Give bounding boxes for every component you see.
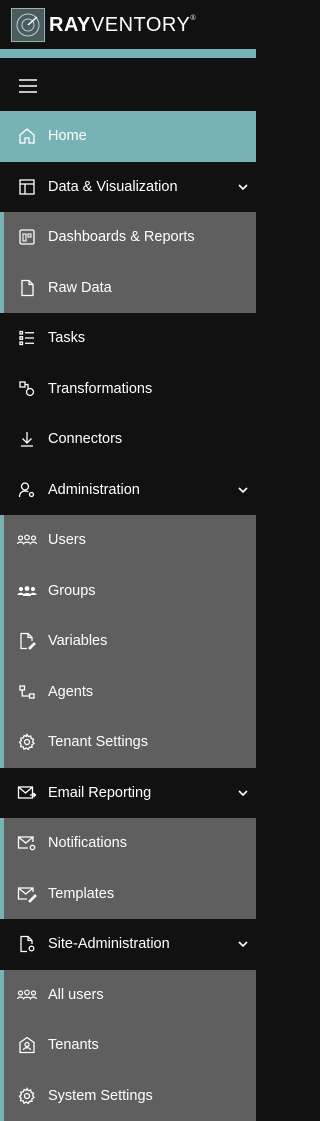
nav-label-dashboards-reports: Dashboards & Reports: [48, 229, 256, 245]
chevron-down-icon[interactable]: [236, 937, 250, 951]
mail-settings-icon: [17, 833, 37, 853]
nav-item-notifications[interactable]: Notifications: [0, 818, 256, 869]
user-gear-icon: [17, 480, 37, 500]
nav-label-home: Home: [48, 128, 256, 144]
nav-label-templates: Templates: [48, 886, 256, 902]
nav-item-home[interactable]: Home: [0, 111, 256, 162]
nav-item-variables[interactable]: Variables: [0, 616, 256, 667]
nav-item-data-visualization[interactable]: Data & Visualization: [0, 162, 256, 213]
nav-item-transformations[interactable]: Transformations: [0, 364, 256, 415]
nav-item-tenant-settings[interactable]: Tenant Settings: [0, 717, 256, 768]
nav-item-site-administration[interactable]: Site-Administration: [0, 919, 256, 970]
hamburger-row: [0, 60, 256, 111]
nav-item-email-reporting[interactable]: Email Reporting: [0, 768, 256, 819]
nav-item-tenants[interactable]: Tenants: [0, 1020, 256, 1071]
mail-edit-icon: [17, 884, 37, 904]
header-accent-line: [0, 49, 256, 58]
document-icon: [17, 278, 37, 298]
nav-item-administration[interactable]: Administration: [0, 465, 256, 516]
chevron-down-icon[interactable]: [236, 786, 250, 800]
nav-label-raw-data: Raw Data: [48, 280, 256, 296]
nav-label-variables: Variables: [48, 633, 256, 649]
nav-item-tasks[interactable]: Tasks: [0, 313, 256, 364]
download-arrow-icon: [17, 429, 37, 449]
group-icon: [17, 581, 37, 601]
document-edit-icon: [17, 631, 37, 651]
nav-label-tenant-settings: Tenant Settings: [48, 734, 256, 750]
transform-icon: [17, 379, 37, 399]
nav-label-data-visualization: Data & Visualization: [48, 179, 236, 195]
logo-text: RAYVENTORY®: [49, 15, 196, 35]
nav-label-notifications: Notifications: [48, 835, 256, 851]
nav-item-all-users[interactable]: All users: [0, 970, 256, 1021]
logo-icon: [11, 8, 45, 42]
nav-item-connectors[interactable]: Connectors: [0, 414, 256, 465]
nav-label-all-users: All users: [48, 987, 256, 1003]
nav-label-agents: Agents: [48, 684, 256, 700]
network-icon: [17, 682, 37, 702]
task-list-icon: [17, 328, 37, 348]
logo-bar: RAYVENTORY®: [0, 0, 256, 49]
tenant-icon: [17, 1035, 37, 1055]
nav-label-transformations: Transformations: [48, 381, 256, 397]
nav-item-system-settings[interactable]: System Settings: [0, 1071, 256, 1121]
logo-mark: ®: [190, 15, 196, 22]
nav-label-site-administration: Site-Administration: [48, 936, 236, 952]
nav-item-raw-data[interactable]: Raw Data: [0, 263, 256, 314]
users-icon: [17, 530, 37, 550]
nav-label-administration: Administration: [48, 482, 236, 498]
layout-icon: [17, 177, 37, 197]
nav-label-connectors: Connectors: [48, 431, 256, 447]
document-gear-icon: [17, 934, 37, 954]
nav-item-users[interactable]: Users: [0, 515, 256, 566]
nav-item-dashboards-reports[interactable]: Dashboards & Reports: [0, 212, 256, 263]
email-report-icon: [17, 783, 37, 803]
nav-label-email-reporting: Email Reporting: [48, 785, 236, 801]
nav-item-groups[interactable]: Groups: [0, 566, 256, 617]
chevron-down-icon[interactable]: [236, 180, 250, 194]
home-icon: [17, 126, 37, 146]
gear-icon: [17, 1086, 37, 1106]
nav-item-templates[interactable]: Templates: [0, 869, 256, 920]
logo-bold: RAY: [49, 14, 91, 36]
chevron-down-icon[interactable]: [236, 483, 250, 497]
logo-thin: VENTORY: [91, 14, 190, 36]
dashboard-icon: [17, 227, 37, 247]
nav-label-users: Users: [48, 532, 256, 548]
nav-label-groups: Groups: [48, 583, 256, 599]
nav-label-tasks: Tasks: [48, 330, 256, 346]
gear-icon: [17, 732, 37, 752]
nav-item-agents[interactable]: Agents: [0, 667, 256, 718]
users-icon: [17, 985, 37, 1005]
nav-label-system-settings: System Settings: [48, 1088, 256, 1104]
hamburger-menu-icon[interactable]: [18, 78, 38, 94]
nav-label-tenants: Tenants: [48, 1037, 256, 1053]
